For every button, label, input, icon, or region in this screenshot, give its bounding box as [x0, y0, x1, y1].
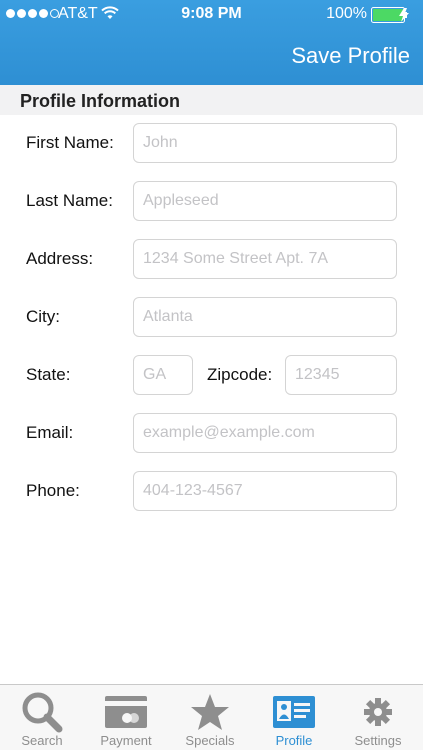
save-profile-button[interactable]: Save Profile: [291, 43, 410, 69]
address-input[interactable]: [133, 239, 397, 279]
tab-bar: Search Payment Specials Profile Settings: [0, 684, 423, 750]
city-input[interactable]: [133, 297, 397, 337]
email-label: Email:: [26, 423, 74, 442]
phone-label: Phone:: [26, 481, 80, 500]
address-label: Address:: [26, 249, 94, 268]
status-bar: AT&T 9:08 PM 100%: [0, 0, 423, 28]
tab-search[interactable]: Search: [0, 685, 84, 750]
zipcode-input[interactable]: [285, 355, 397, 395]
tab-settings-label: Settings: [354, 733, 402, 748]
search-icon: [22, 692, 63, 733]
last-name-input[interactable]: [133, 181, 397, 221]
tab-settings[interactable]: Settings: [336, 685, 420, 750]
last-name-label: Last Name:: [26, 191, 113, 210]
phone-input[interactable]: [133, 471, 397, 511]
first-name-label: First Name:: [26, 133, 114, 152]
city-label: City:: [26, 307, 60, 326]
battery-charging-icon: [371, 7, 409, 23]
state-input[interactable]: [133, 355, 193, 395]
email-input[interactable]: [133, 413, 397, 453]
star-icon: [191, 694, 229, 730]
zipcode-label: Zipcode:: [207, 365, 273, 384]
profile-card-icon: [273, 696, 315, 728]
first-name-input[interactable]: [133, 123, 397, 163]
tab-payment-label: Payment: [100, 733, 152, 748]
tab-search-label: Search: [21, 733, 63, 748]
tab-profile[interactable]: Profile: [252, 685, 336, 750]
payment-icon: [105, 696, 147, 728]
navigation-header: AT&T 9:08 PM 100% Save Profile: [0, 0, 423, 85]
tab-payment[interactable]: Payment: [84, 685, 168, 750]
tab-specials[interactable]: Specials: [168, 685, 252, 750]
gear-icon: [364, 698, 392, 726]
section-title: Profile Information: [20, 91, 181, 111]
tab-profile-label: Profile: [275, 733, 313, 748]
section-header: Profile Information: [0, 85, 423, 115]
battery-percentage: 100%: [326, 5, 367, 22]
state-label: State:: [26, 365, 71, 384]
profile-screen: AT&T 9:08 PM 100% Save Profile Profile I…: [0, 0, 423, 750]
tab-specials-label: Specials: [185, 733, 235, 748]
